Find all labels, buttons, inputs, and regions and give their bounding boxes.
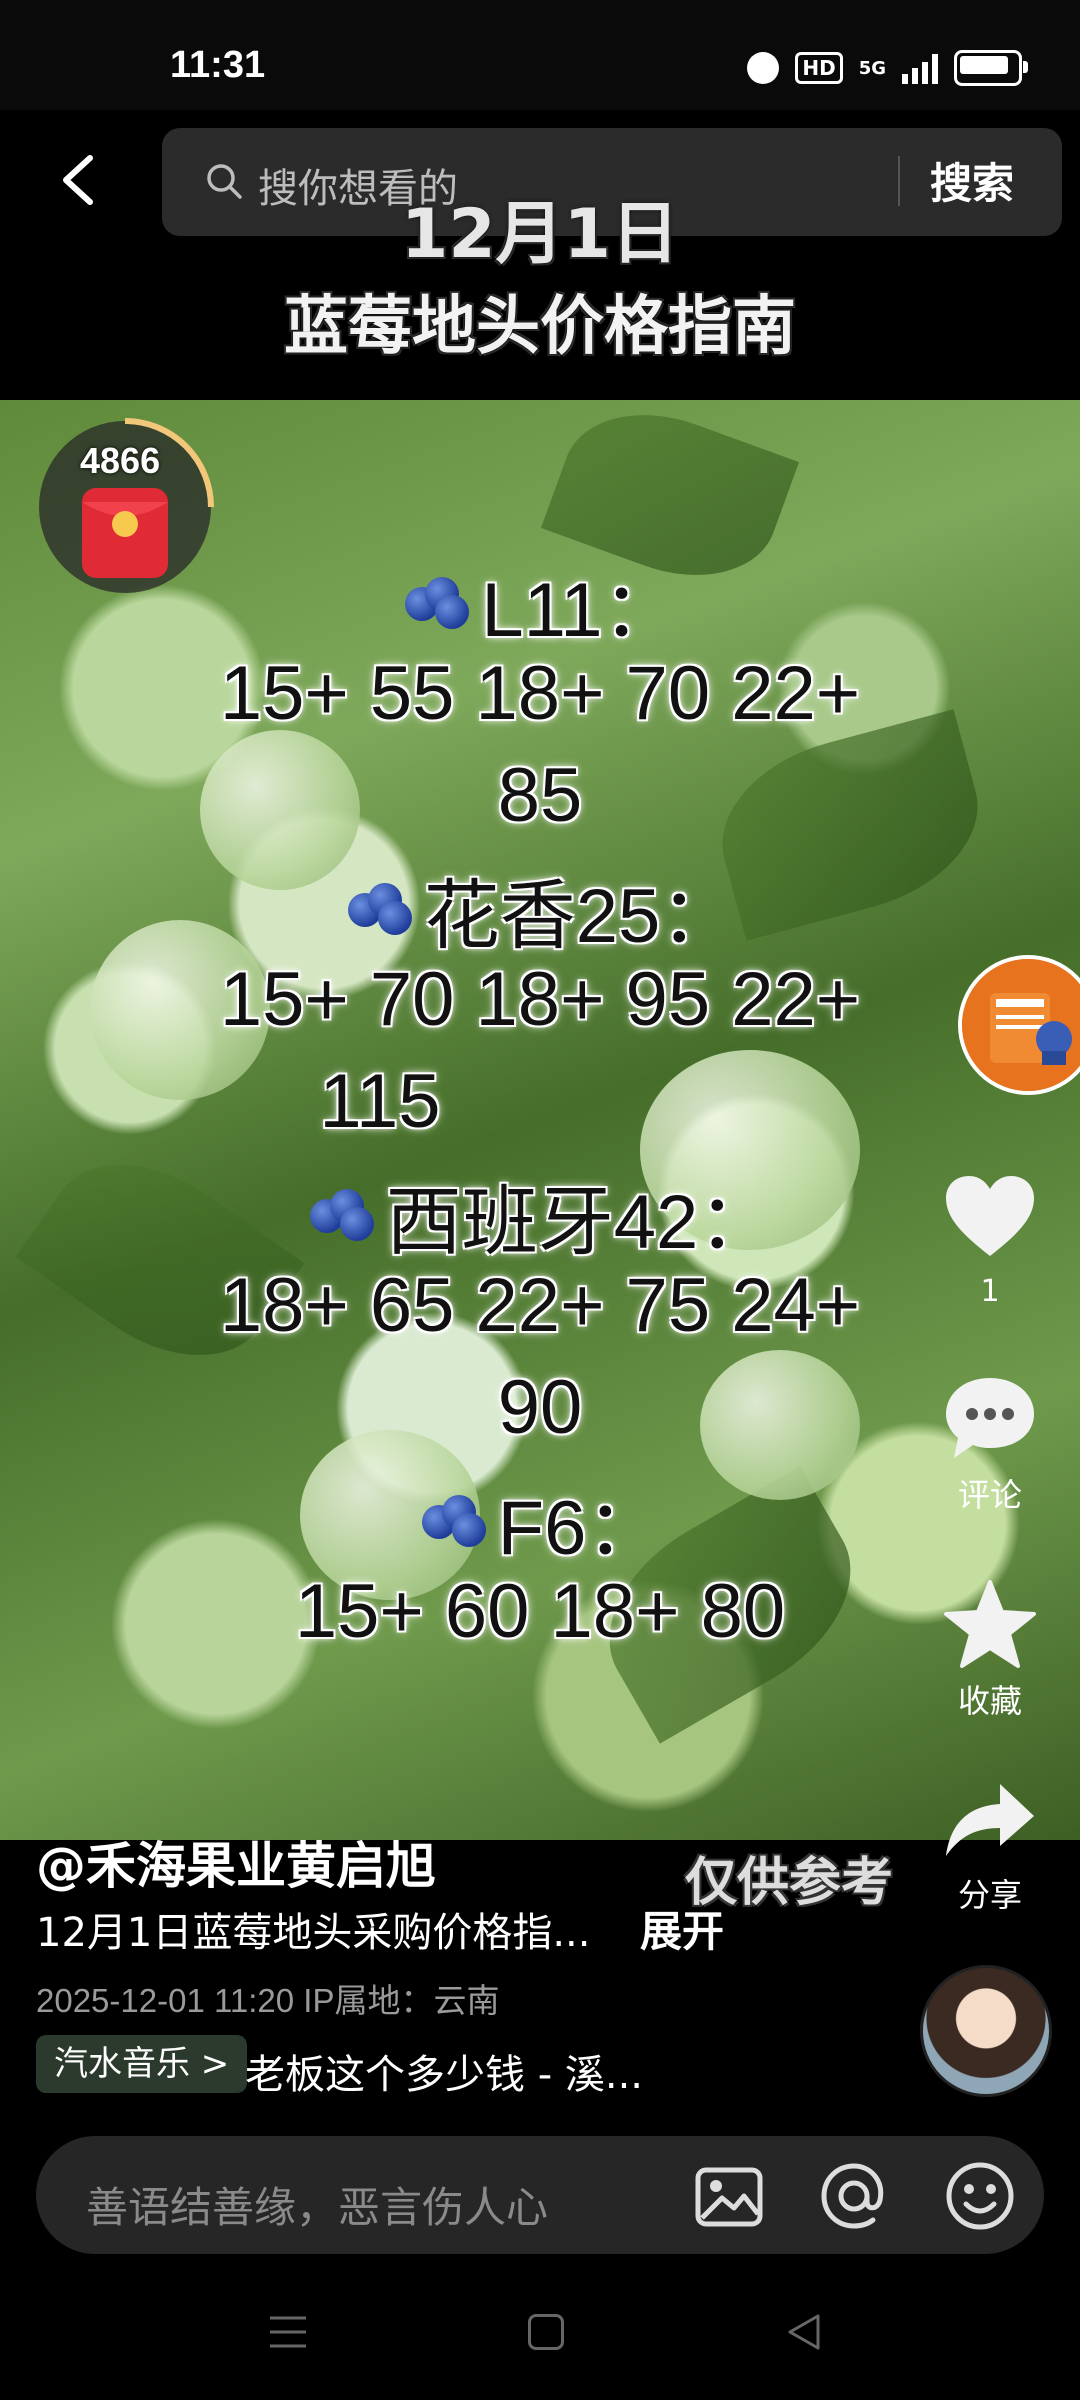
share-arrow-icon — [946, 1784, 1034, 1856]
back-triangle-icon — [788, 2314, 820, 2350]
variety-prices-cont: 90 — [497, 1365, 583, 1450]
alarm-icon — [747, 52, 780, 84]
image-icon[interactable] — [694, 2166, 764, 2228]
author-name[interactable]: @禾海果业黄启旭 — [36, 1826, 436, 1898]
variety-prices: 15+ 60 18+ 80 — [294, 1569, 786, 1654]
like-button[interactable] — [942, 1172, 1038, 1260]
blueberry-icon — [344, 879, 416, 939]
nav-back-button[interactable] — [784, 2312, 824, 2352]
like-count: 1 — [980, 1274, 1000, 1309]
music-title[interactable]: 老板这个多少钱 - 溪... — [245, 2042, 643, 2100]
signal-icon — [902, 52, 938, 84]
expand-button[interactable]: 展开 — [640, 1898, 724, 1959]
variety-prices-cont: 115 — [319, 1059, 441, 1144]
battery-icon — [954, 50, 1028, 86]
hd-icon: HD — [795, 52, 843, 84]
post-meta: 2025-12-01 11:20 IP属地：云南 — [36, 1982, 500, 2019]
star-icon — [944, 1580, 1036, 1668]
nav-menu-button[interactable] — [268, 2314, 308, 2350]
emoji-icon[interactable] — [944, 2160, 1016, 2232]
menu-icon — [270, 2316, 306, 2348]
variety-prices: 15+ 70 18+ 95 22+ — [219, 957, 861, 1042]
at-mention-icon[interactable] — [818, 2160, 890, 2232]
variety-prices: 18+ 65 22+ 75 24+ — [219, 1263, 861, 1348]
variety-name: 西班牙42： — [0, 1160, 1080, 1270]
video-title: 蓝莓地头价格指南 — [284, 290, 796, 364]
music-avatar[interactable] — [920, 1965, 1052, 2097]
heart-icon — [946, 1176, 1034, 1256]
variety-prices-cont: 85 — [497, 753, 583, 838]
blueberry-icon — [418, 1491, 490, 1551]
favorite-button[interactable] — [942, 1578, 1038, 1670]
variety-name: 花香25： — [0, 854, 1080, 964]
status-icons: HD 5G — [747, 48, 1028, 88]
post-caption: 12月1日蓝莓地头采购价格指... — [36, 1910, 591, 1956]
video-player[interactable]: L11： 15+ 55 18+ 70 22+ 85 花香25： 15+ 70 1… — [0, 400, 1080, 1840]
status-time: 11:31 — [170, 44, 266, 86]
blueberry-icon — [306, 1185, 378, 1245]
video-date-title: 12月1日 — [401, 195, 679, 274]
variety-prices: 15+ 55 18+ 70 22+ — [219, 651, 861, 736]
music-tag[interactable]: 汽水音乐 > — [36, 2035, 248, 2093]
variety-name: F6： — [0, 1466, 1080, 1576]
nav-home-button[interactable] — [528, 2314, 564, 2350]
share-label: 分享 — [957, 1876, 1022, 1914]
network-type-label: 5G — [858, 57, 886, 79]
comment-icon — [946, 1378, 1034, 1458]
brand-logo-icon — [962, 959, 1080, 1091]
red-packet-count: 4866 — [80, 440, 161, 481]
blueberry-icon — [401, 573, 473, 633]
comment-button[interactable] — [942, 1374, 1038, 1464]
comment-label: 评论 — [957, 1476, 1022, 1514]
comment-input[interactable]: 善语结善缘，恶言伤人心 — [86, 2174, 548, 2235]
favorite-label: 收藏 — [957, 1682, 1022, 1720]
share-button[interactable] — [942, 1780, 1038, 1860]
